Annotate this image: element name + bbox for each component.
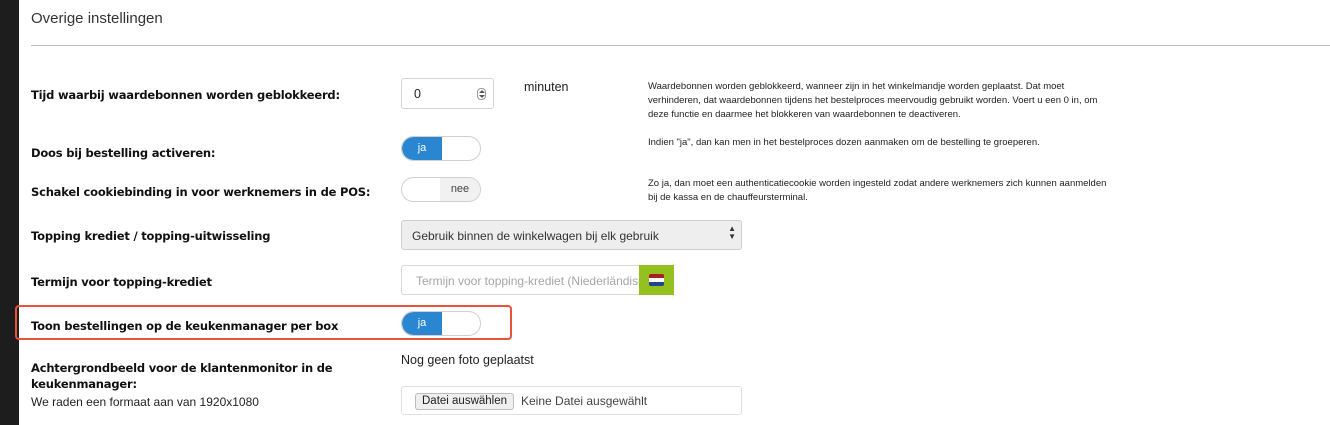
background-image-file-input[interactable]: Datei auswählen Keine Datei ausgewählt [401, 386, 742, 415]
background-image-label-line1: Achtergrondbeeld voor de klantenmonitor … [31, 361, 333, 375]
file-status-text: Keine Datei ausgewählt [521, 394, 648, 408]
flag-nl-icon [649, 274, 664, 286]
topping-term-label: Termijn voor topping-krediet [31, 275, 212, 289]
kitchen-box-toggle[interactable]: ja [401, 311, 481, 336]
cookie-binding-toggle[interactable]: nee [401, 177, 481, 202]
choose-file-button[interactable]: Datei auswählen [415, 393, 515, 410]
select-arrows-icon: ▲ ▼ [728, 224, 736, 241]
background-image-label-line2: keukenmanager: [31, 377, 137, 391]
language-flag-button[interactable] [639, 265, 674, 295]
block-time-unit: minuten [524, 80, 569, 94]
topping-credit-select[interactable]: Gebruik binnen de winkelwagen bij elk ge… [401, 220, 742, 250]
topping-credit-selected: Gebruik binnen de winkelwagen bij elk ge… [412, 229, 659, 243]
block-time-label: Tijd waarbij waardebonnen worden geblokk… [31, 88, 340, 102]
block-time-help: Waardebonnen worden geblokkeerd, wanneer… [648, 81, 1098, 120]
box-order-toggle[interactable]: ja [401, 136, 481, 161]
cookie-binding-label: Schakel cookiebinding in voor werknemers… [31, 185, 371, 199]
block-time-value: 0 [414, 87, 421, 101]
left-sidebar-edge [0, 0, 19, 425]
cookie-binding-help: Zo ja, dan moet een authenticatiecookie … [648, 178, 1107, 203]
block-time-input[interactable]: 0 [401, 78, 494, 109]
kitchen-box-label: Toon bestellingen op de keukenmanager pe… [31, 319, 339, 333]
box-order-label: Doos bij bestelling activeren: [31, 146, 216, 160]
topping-term-field[interactable] [401, 265, 641, 295]
background-image-status: Nog geen foto geplaatst [401, 353, 534, 367]
toggle-off-segment: nee [440, 178, 480, 201]
topping-credit-label: Topping krediet / topping-uitwisseling [31, 229, 271, 243]
toggle-on-segment: ja [402, 137, 442, 160]
box-order-help: Indien "ja", dan kan men in het bestelpr… [648, 137, 1040, 148]
toggle-on-segment: ja [402, 312, 442, 335]
background-image-sublabel: We raden een formaat aan van 1920x1080 [31, 395, 259, 409]
section-divider [31, 45, 1330, 46]
section-title: Overige instellingen [31, 10, 163, 27]
spinner-icon[interactable] [477, 88, 486, 100]
topping-term-input[interactable] [414, 273, 641, 289]
